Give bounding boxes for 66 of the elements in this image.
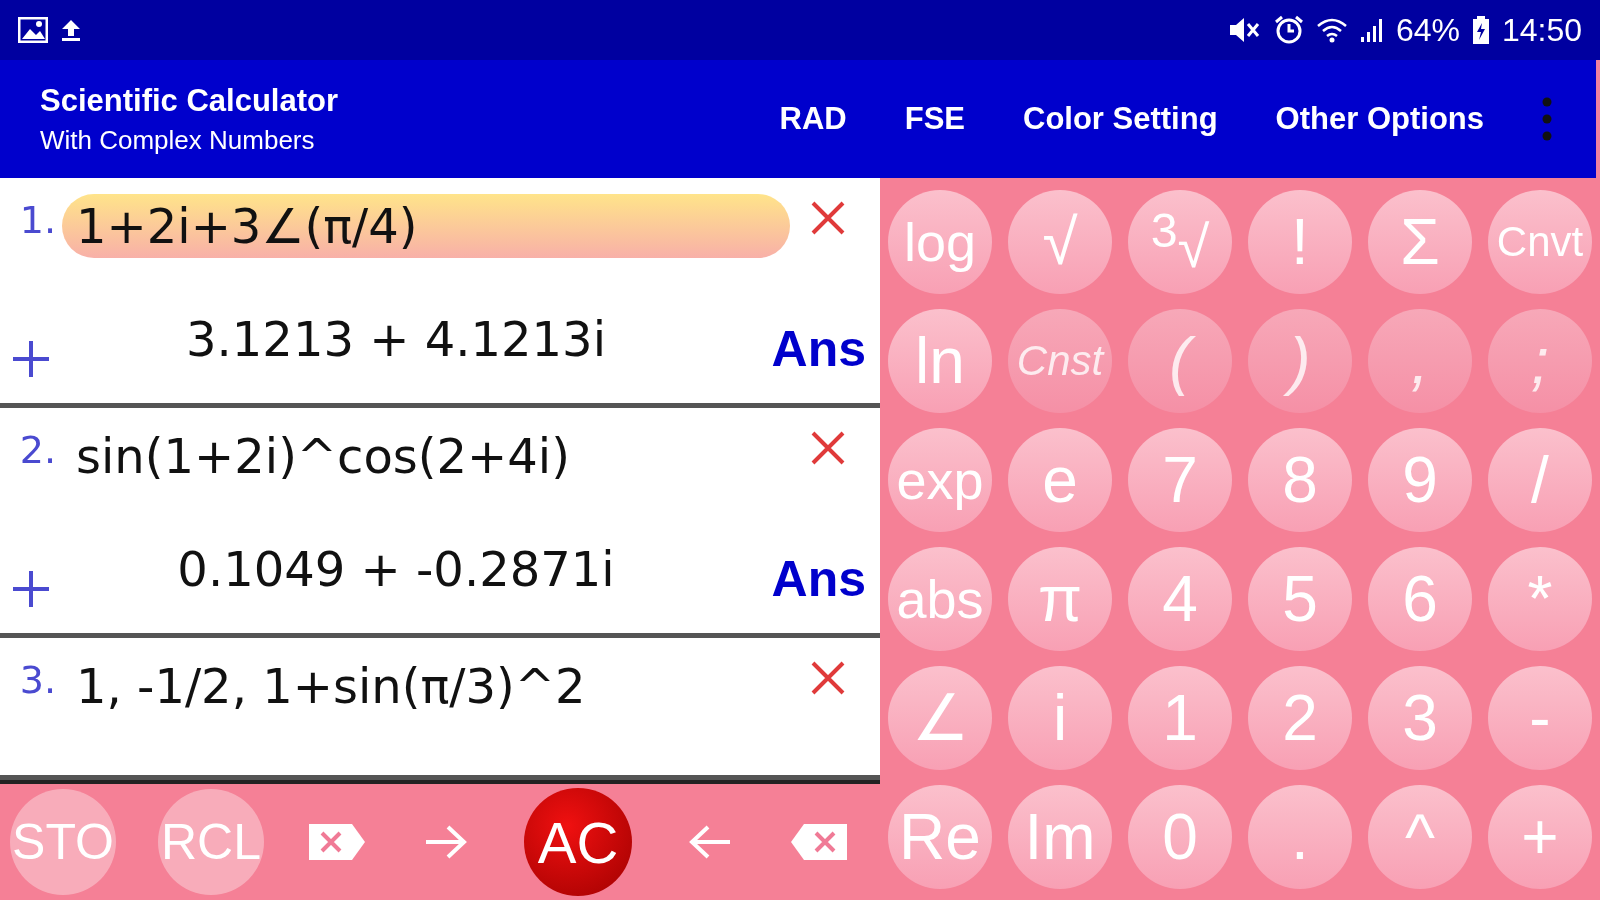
keypad-key[interactable]: / xyxy=(1488,427,1592,532)
keypad-key[interactable]: exp xyxy=(888,427,992,532)
keypad-key[interactable]: $^{3}$√ xyxy=(1128,189,1232,294)
alarm-icon xyxy=(1273,15,1304,45)
delete-icon[interactable] xyxy=(810,660,846,696)
memory-key[interactable]: STO xyxy=(10,789,116,895)
menu-action[interactable]: FSE xyxy=(904,93,965,145)
delete-forward-icon[interactable] xyxy=(306,821,368,863)
keypad-key[interactable]: Cnvt xyxy=(1488,189,1592,294)
keypad-key[interactable]: ^ xyxy=(1368,784,1472,889)
keypad-key[interactable]: Im xyxy=(1008,784,1112,889)
keypad-key[interactable]: e xyxy=(1008,427,1112,532)
expression[interactable]: sin(1+2i)^cos(2+4i) xyxy=(62,424,584,488)
menu-action[interactable]: RAD xyxy=(779,93,847,145)
entry-number: 2. xyxy=(19,428,57,472)
backspace-icon[interactable] xyxy=(788,821,850,863)
keypad-key[interactable]: ∠ xyxy=(888,665,992,770)
keypad-key[interactable]: 3 xyxy=(1368,665,1472,770)
keypad-key[interactable]: + xyxy=(1488,784,1592,889)
memory-key[interactable]: RCL xyxy=(158,789,264,895)
add-icon[interactable] xyxy=(13,571,49,607)
keypad-key[interactable]: - xyxy=(1488,665,1592,770)
signal-icon xyxy=(1359,17,1384,43)
keypad-key[interactable]: . xyxy=(1248,784,1352,889)
delete-icon[interactable] xyxy=(810,430,846,466)
delete-icon[interactable] xyxy=(810,200,846,236)
keypad-key[interactable]: 0 xyxy=(1128,784,1232,889)
menu-action[interactable]: Color Setting xyxy=(1023,93,1218,145)
ans-button[interactable]: Ans xyxy=(771,549,866,608)
add-icon[interactable] xyxy=(13,341,49,377)
right-arrow-icon[interactable] xyxy=(424,824,468,860)
keypad-key[interactable]: π xyxy=(1008,546,1112,651)
keypad-key[interactable]: Σ xyxy=(1368,189,1472,294)
keypad-key[interactable]: 7 xyxy=(1128,427,1232,532)
keypad-key[interactable]: i xyxy=(1008,665,1112,770)
all-clear-button[interactable]: AC xyxy=(524,788,632,896)
keypad-key[interactable]: 2 xyxy=(1248,665,1352,770)
app-title: Scientific Calculator xyxy=(40,82,339,119)
keypad-key[interactable]: * xyxy=(1488,546,1592,651)
upload-icon xyxy=(60,18,82,42)
keypad-key[interactable]: 5 xyxy=(1248,546,1352,651)
keypad-key[interactable]: 6 xyxy=(1368,546,1472,651)
keypad-key[interactable]: 1 xyxy=(1128,665,1232,770)
ans-button[interactable]: Ans xyxy=(771,319,866,378)
keypad-key[interactable]: 9 xyxy=(1368,427,1472,532)
keypad-key[interactable]: 4 xyxy=(1128,546,1232,651)
keypad-key[interactable]: 8 xyxy=(1248,427,1352,532)
keypad-key[interactable]: √ xyxy=(1008,189,1112,294)
entry-number: 1. xyxy=(19,198,57,242)
left-arrow-icon[interactable] xyxy=(688,824,732,860)
expression[interactable]: 1, -1/2, 1+sin(π/3)^2 xyxy=(62,654,600,718)
battery-percentage: 64% xyxy=(1395,11,1460,49)
keypad-key[interactable]: Re xyxy=(888,784,992,889)
menu-action[interactable]: Other Options xyxy=(1275,93,1484,145)
entry-number: 3. xyxy=(19,658,57,702)
keypad-key[interactable]: ln xyxy=(888,308,992,413)
app-subtitle: With Complex Numbers xyxy=(40,124,316,156)
mute-icon xyxy=(1227,16,1262,44)
clock-time: 14:50 xyxy=(1501,11,1582,49)
wifi-icon xyxy=(1315,17,1348,43)
keypad-key[interactable]: log xyxy=(888,189,992,294)
gallery-icon xyxy=(18,17,48,43)
battery-icon xyxy=(1471,15,1490,45)
expression[interactable]: 1+2i+3∠(π/4) xyxy=(62,194,790,258)
keypad-key[interactable]: ! xyxy=(1248,189,1352,294)
keypad-key[interactable]: abs xyxy=(888,546,992,651)
